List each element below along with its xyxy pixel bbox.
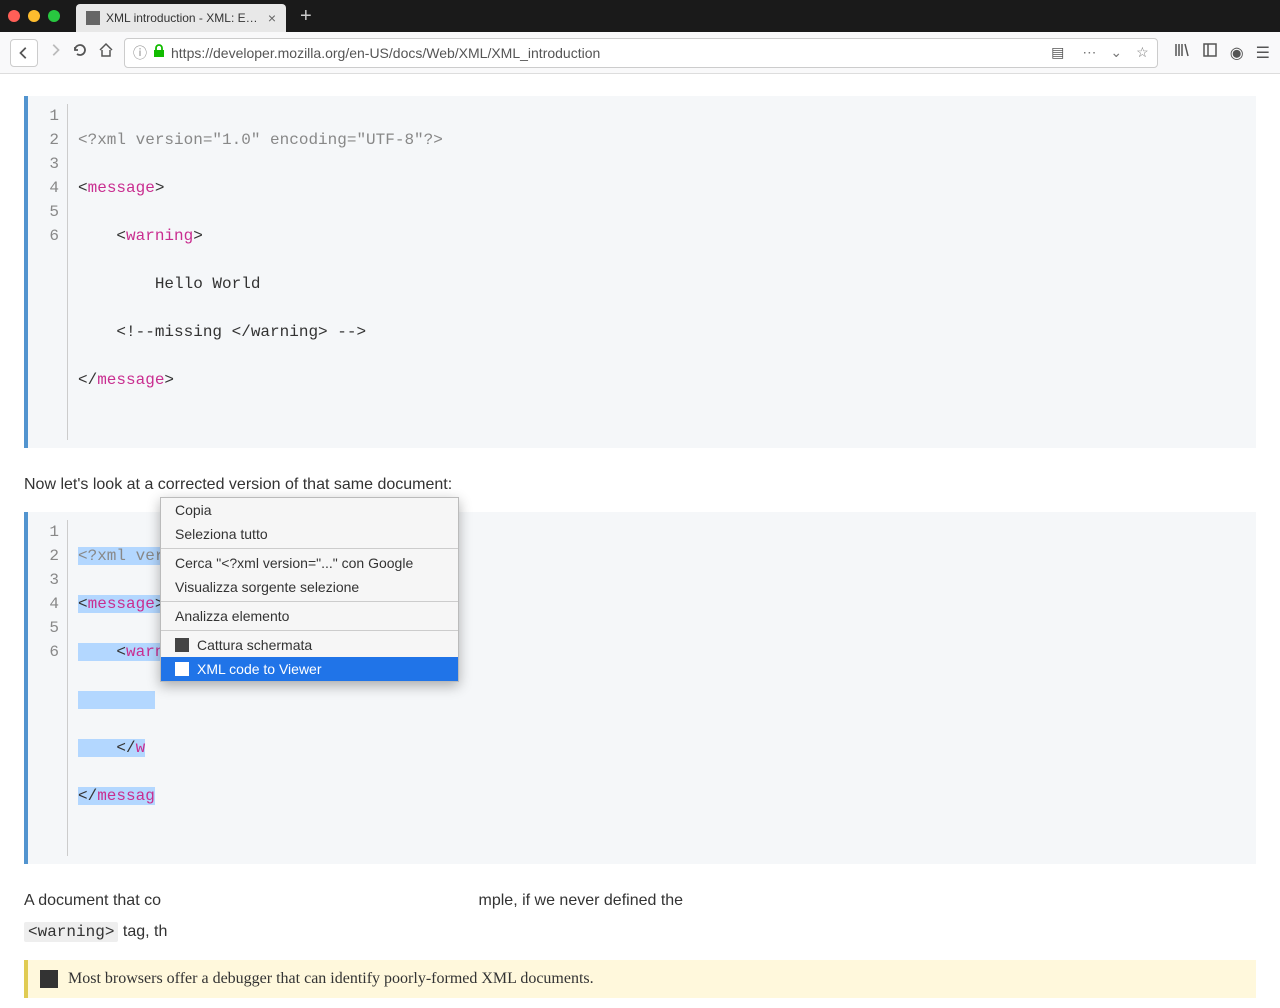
tag-name: warning [126,227,193,245]
menu-xml-viewer[interactable]: XML code to Viewer [161,657,458,681]
line-number: 4 [28,176,59,200]
page-content: 1 2 3 4 5 6 <?xml version="1.0" encoding… [0,74,1280,1008]
arrow-left-icon [17,46,31,60]
close-window-button[interactable] [8,10,20,22]
window-titlebar: XML introduction - XML: Extens × + [0,0,1280,32]
forward-button[interactable] [48,43,62,62]
line-number: 4 [28,592,59,616]
menu-inspect-element[interactable]: Analizza elemento [161,604,458,628]
line-number: 2 [28,544,59,568]
xml-icon [175,662,189,676]
menu-icon[interactable]: ☰ [1256,43,1270,63]
page-actions-icon[interactable]: ⋯ [1082,44,1096,61]
menu-screenshot[interactable]: Cattura schermata [161,633,458,657]
reload-icon [72,42,88,58]
new-tab-button[interactable]: + [300,5,312,28]
line-number: 1 [28,520,59,544]
code-text[interactable]: <?xml version="1.0" encoding="UTF-8"?> <… [68,104,443,440]
minimize-window-button[interactable] [28,10,40,22]
note-icon [40,970,58,988]
note-box: Most browsers offer a debugger that can … [24,960,1256,998]
menu-divider [161,548,458,549]
line-number: 5 [28,616,59,640]
maximize-window-button[interactable] [48,10,60,22]
menu-view-source[interactable]: Visualizza sorgente selezione [161,575,458,599]
inline-code: <warning> [24,922,118,942]
library-icon[interactable] [1174,42,1190,63]
url-bar[interactable]: ⓘ https://developer.mozilla.org/en-US/do… [124,38,1158,68]
arrow-right-icon [48,43,62,57]
line-number: 5 [28,200,59,224]
pocket-icon[interactable]: ⌄ [1110,44,1122,61]
tag-name: w [136,739,146,757]
context-menu: Copia Seleziona tutto Cerca "<?xml versi… [160,497,459,682]
line-number: 3 [28,568,59,592]
line-number: 6 [28,224,59,248]
note-text: Most browsers offer a debugger that can … [68,970,594,988]
lock-icon [153,44,165,61]
tag-name: messag [97,787,155,805]
sidebar-icon[interactable] [1202,42,1218,63]
browser-toolbar: ⓘ https://developer.mozilla.org/en-US/do… [0,32,1280,74]
menu-copy[interactable]: Copia [161,498,458,522]
menu-select-all[interactable]: Seleziona tutto [161,522,458,546]
url-text: https://developer.mozilla.org/en-US/docs… [171,45,1045,61]
tab-title: XML introduction - XML: Extens [106,11,260,25]
back-button[interactable] [10,39,38,67]
paragraph: Now let's look at a corrected version of… [24,472,1256,498]
code-block-1: 1 2 3 4 5 6 <?xml version="1.0" encoding… [24,96,1256,448]
tag-name: message [97,371,164,389]
toolbar-right: ◉ ☰ [1174,42,1270,63]
paragraph: <warning> tag, th [24,919,1256,946]
extension-icon[interactable]: ◉ [1230,43,1244,63]
line-number: 6 [28,640,59,664]
menu-divider [161,630,458,631]
xml-declaration: <?xml version="1.0" encoding="UTF-8"?> [78,131,443,149]
browser-tab[interactable]: XML introduction - XML: Extens × [76,4,286,32]
line-number: 3 [28,152,59,176]
close-tab-icon[interactable]: × [268,10,276,26]
menu-search-google[interactable]: Cerca "<?xml version="..." con Google [161,551,458,575]
paragraph: A document that co ntains an undefined t… [24,888,1256,914]
line-number: 1 [28,104,59,128]
menu-divider [161,601,458,602]
reload-button[interactable] [72,42,88,63]
site-info-icon[interactable]: ⓘ [133,43,147,63]
home-button[interactable] [98,42,114,63]
line-number: 2 [28,128,59,152]
reader-mode-icon[interactable]: ▤ [1051,44,1064,61]
home-icon [98,42,114,58]
tab-favicon-icon [86,11,100,25]
scissors-icon [175,638,189,652]
traffic-lights [8,10,60,22]
tag-name: message [88,179,155,197]
tag-name: message [88,595,155,613]
bookmark-star-icon[interactable]: ☆ [1136,44,1149,61]
